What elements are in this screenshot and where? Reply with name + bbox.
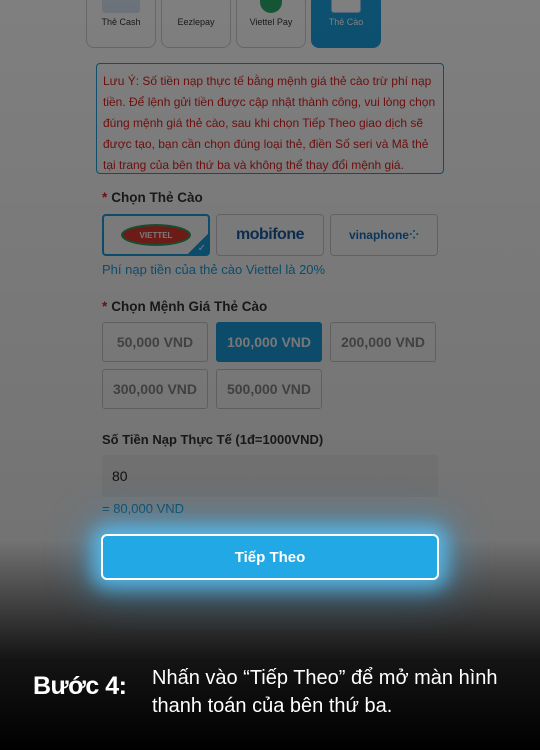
carrier-section-text: Chọn Thẻ Cào <box>111 190 203 205</box>
amount-converted: = 80,000 VND <box>102 501 185 516</box>
amount-label: Số Tiền Nạp Thực Tế (1đ=1000VND) <box>102 432 324 447</box>
eezlepay-icon <box>177 0 215 13</box>
cash-card-icon <box>102 0 140 13</box>
deposit-form: Thẻ Cash Eezlepay Viettel Pay Thẻ Cào Lư… <box>0 0 540 750</box>
scratch-card-icon <box>331 0 361 13</box>
vinaphone-logo: vinaphone⁘ <box>348 228 420 242</box>
tab-the-cash[interactable]: Thẻ Cash <box>86 0 156 48</box>
carrier-section-label: * Chọn Thẻ Cào <box>102 190 203 205</box>
checkmark-icon <box>188 234 208 254</box>
carrier-mobifone[interactable]: mobifone <box>216 214 324 256</box>
tab-label: Viettel Pay <box>249 17 293 27</box>
denomination-options: 50,000 VND 100,000 VND 200,000 VND 300,0… <box>102 322 442 409</box>
required-mark: * <box>102 190 108 205</box>
denom-500000[interactable]: 500,000 VND <box>216 369 322 409</box>
denom-300000[interactable]: 300,000 VND <box>102 369 208 409</box>
tab-label: Thẻ Cash <box>101 17 141 27</box>
tab-label: Eezlepay <box>177 17 215 27</box>
required-mark: * <box>102 299 108 314</box>
payment-method-tabs: Thẻ Cash Eezlepay Viettel Pay Thẻ Cào <box>86 0 381 48</box>
tab-viettel-pay[interactable]: Viettel Pay <box>236 0 306 48</box>
tab-label: Thẻ Cào <box>328 17 364 27</box>
denom-200000[interactable]: 200,000 VND <box>330 322 436 362</box>
notice-box: Lưu Ý: Số tiền nạp thực tế bằng mệnh giá… <box>96 63 444 174</box>
screen: Thẻ Cash Eezlepay Viettel Pay Thẻ Cào Lư… <box>0 0 540 750</box>
tutorial-caption: Bước 4: Nhấn vào “Tiếp Theo” để mở màn h… <box>0 650 540 750</box>
next-button[interactable]: Tiếp Theo <box>101 534 439 580</box>
denom-100000[interactable]: 100,000 VND <box>216 322 322 362</box>
carrier-viettel[interactable]: VIETTEL <box>102 214 210 256</box>
denom-section-text: Chọn Mệnh Giá Thẻ Cào <box>111 299 268 314</box>
viettel-logo: VIETTEL <box>121 224 191 246</box>
mobifone-logo: mobifone <box>236 226 305 243</box>
step-instruction: Nhấn vào “Tiếp Theo” để mở màn hình than… <box>152 667 498 717</box>
carrier-options: VIETTEL mobifone vinaphone⁘ <box>102 214 438 256</box>
viettel-pay-icon <box>260 0 282 13</box>
fee-text: Phí nạp tiền của thẻ cào Viettel là 20% <box>102 262 326 277</box>
amount-field[interactable]: 80 <box>102 455 438 497</box>
tab-eezlepay[interactable]: Eezlepay <box>161 0 231 48</box>
denom-section-label: * Chọn Mệnh Giá Thẻ Cào <box>102 299 267 314</box>
denom-50000[interactable]: 50,000 VND <box>102 322 208 362</box>
amount-value: 80 <box>112 468 128 484</box>
carrier-vinaphone[interactable]: vinaphone⁘ <box>330 214 438 256</box>
step-label: Bước 4: <box>33 672 127 700</box>
tab-the-cao[interactable]: Thẻ Cào <box>311 0 381 48</box>
